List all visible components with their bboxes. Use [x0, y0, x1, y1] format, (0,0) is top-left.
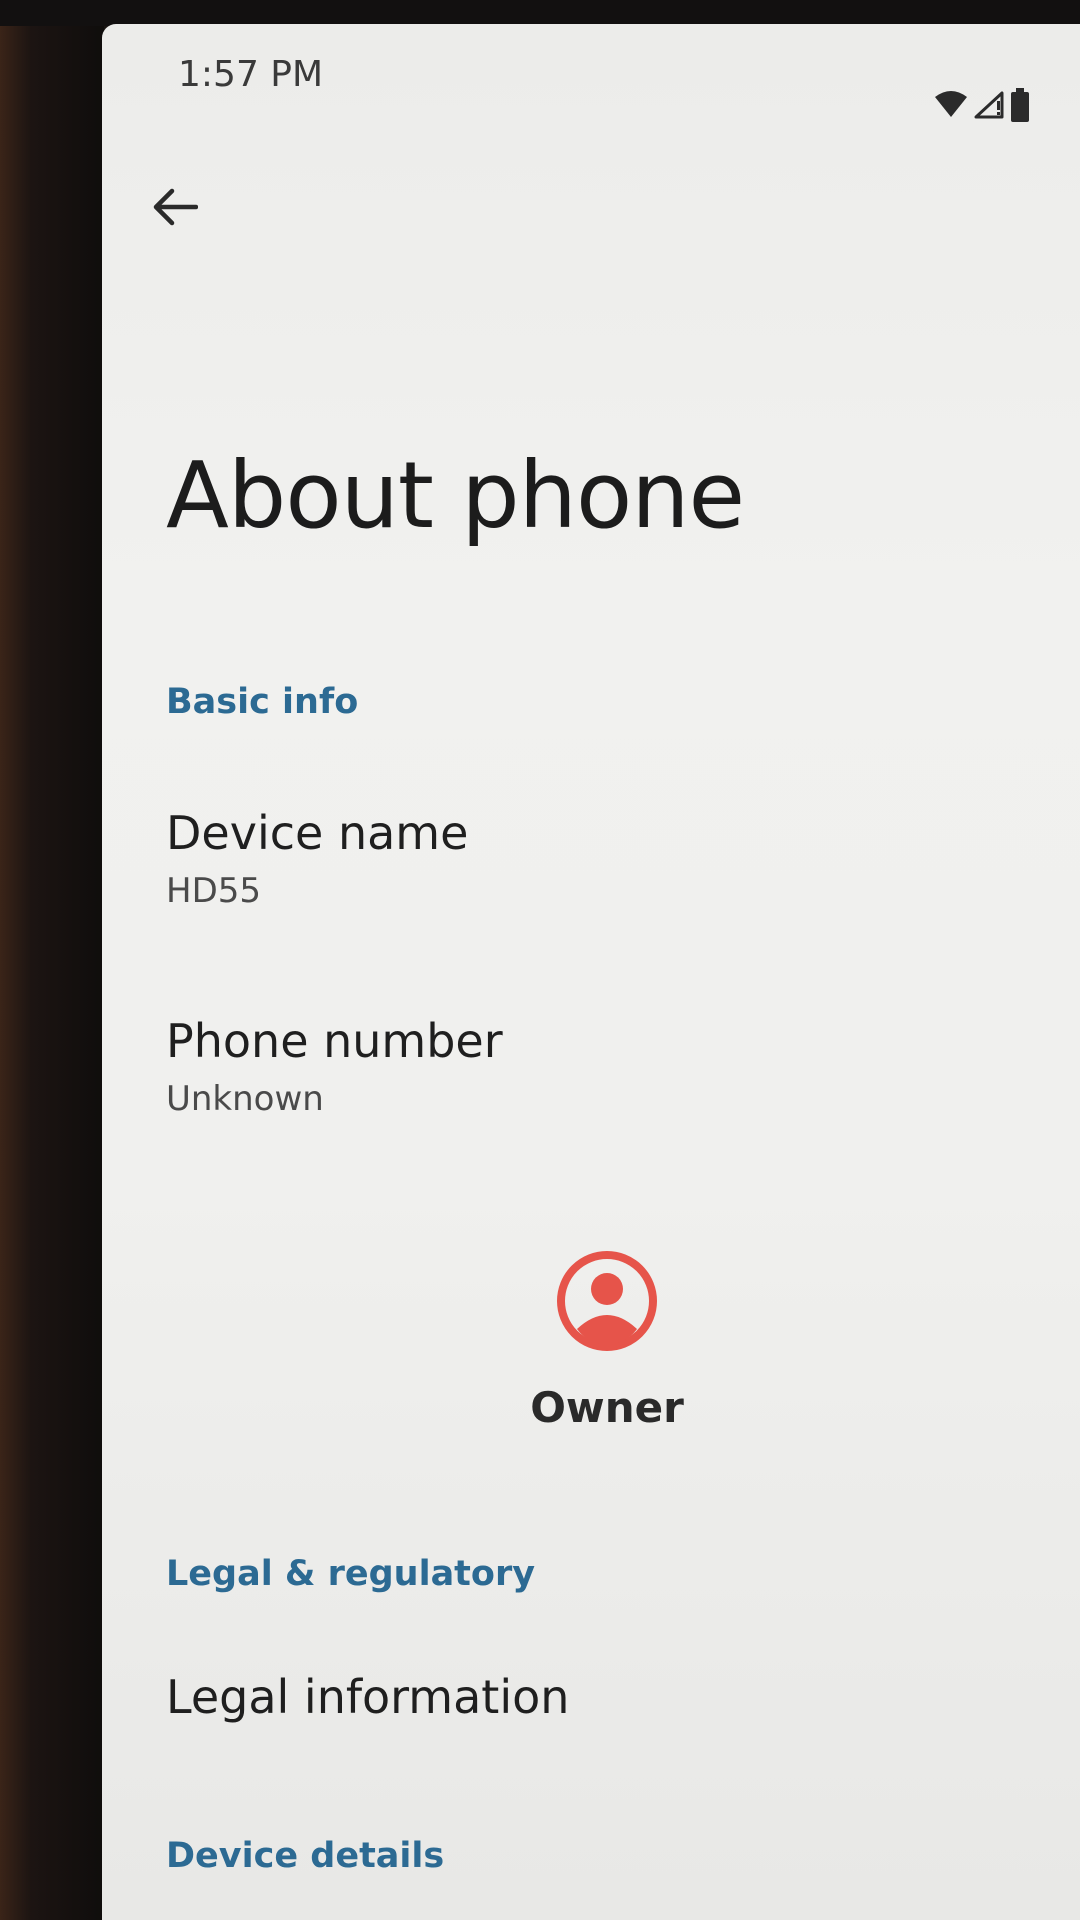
phone-number-title: Phone number: [166, 1014, 503, 1068]
phone-screen: 1:57 PM About phone Basic info Device na…: [102, 24, 1080, 1920]
section-header-basic-info: Basic info: [166, 682, 359, 722]
section-header-legal: Legal & regulatory: [166, 1554, 536, 1594]
device-bezel-left: [0, 0, 104, 1920]
device-name-value: HD55: [166, 871, 262, 912]
account-circle-icon: [555, 1249, 659, 1357]
device-name-item[interactable]: Device name HD55: [166, 806, 1026, 911]
legal-information-title: Legal information: [166, 1670, 570, 1724]
legal-information-item[interactable]: Legal information: [166, 1670, 1026, 1725]
status-bar-time: 1:57 PM: [178, 54, 324, 95]
device-bezel-top: [0, 0, 1080, 26]
owner-label: Owner: [530, 1383, 684, 1432]
section-header-device-details: Device details: [166, 1836, 445, 1876]
phone-number-value: Unknown: [166, 1079, 324, 1120]
arrow-back-icon: [152, 187, 199, 231]
phone-number-item[interactable]: Phone number Unknown: [166, 1014, 1026, 1119]
wifi-icon: [934, 91, 968, 119]
signal-icon: [974, 91, 1004, 119]
page-title: About phone: [166, 442, 745, 549]
device-name-title: Device name: [166, 806, 469, 860]
back-button[interactable]: [140, 174, 210, 244]
status-bar-icons: [934, 88, 1030, 122]
owner-profile[interactable]: Owner: [522, 1249, 692, 1432]
battery-icon: [1010, 88, 1030, 122]
